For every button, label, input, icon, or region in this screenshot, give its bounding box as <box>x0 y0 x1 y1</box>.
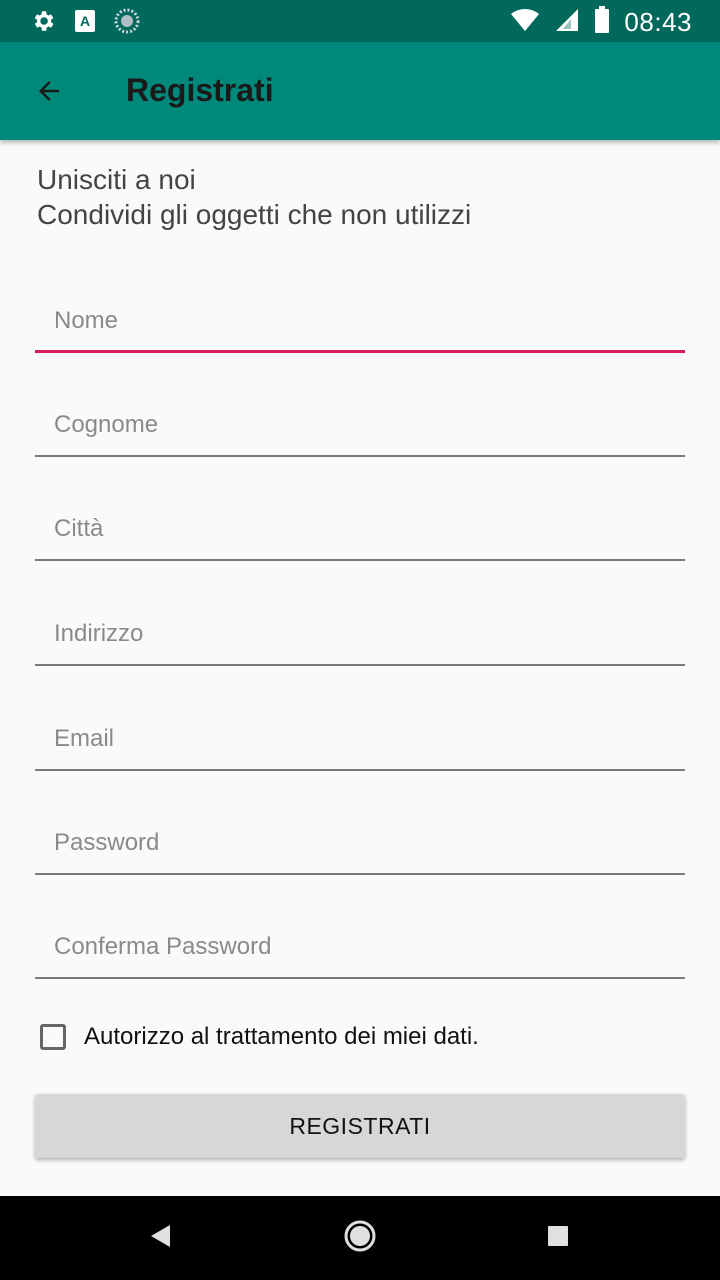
consent-row[interactable]: Autorizzo al trattamento dei miei dati. <box>40 1023 479 1051</box>
indirizzo-input[interactable] <box>35 605 685 663</box>
citta-underline <box>35 559 685 561</box>
cognome-input[interactable] <box>35 396 685 454</box>
wifi-icon <box>510 7 540 38</box>
status-bar: A 08:43 <box>0 0 720 42</box>
email-underline <box>35 769 685 771</box>
cognome-field[interactable] <box>35 396 685 457</box>
citta-input[interactable] <box>35 500 685 558</box>
intro-line-1: Unisciti a noi <box>37 164 196 195</box>
settings-icon <box>30 8 56 39</box>
page-title: Registrati <box>126 72 274 108</box>
nav-recents-button[interactable] <box>538 1218 578 1258</box>
arrow-back-icon <box>34 76 64 111</box>
back-triangle-icon <box>148 1223 172 1254</box>
email-field[interactable] <box>35 710 685 771</box>
intro-text: Unisciti a noi Condividi gli oggetti che… <box>37 162 471 232</box>
indirizzo-field[interactable] <box>35 605 685 666</box>
citta-field[interactable] <box>35 500 685 561</box>
confirm-password-field[interactable] <box>35 918 685 979</box>
nav-back-button[interactable] <box>140 1218 180 1258</box>
keyboard-a-icon: A <box>74 9 96 38</box>
indirizzo-underline <box>35 664 685 666</box>
signal-icon <box>554 7 580 38</box>
password-underline <box>35 873 685 875</box>
consent-checkbox[interactable] <box>40 1024 66 1050</box>
email-input[interactable] <box>35 710 685 768</box>
nome-field[interactable] <box>35 292 685 353</box>
nome-underline <box>35 350 685 353</box>
svg-text:A: A <box>80 13 90 29</box>
battery-icon <box>594 6 610 39</box>
confirm-password-input[interactable] <box>35 918 685 976</box>
back-button[interactable] <box>22 66 76 120</box>
password-field[interactable] <box>35 814 685 875</box>
consent-label: Autorizzo al trattamento dei miei dati. <box>84 1023 479 1050</box>
cognome-underline <box>35 455 685 457</box>
confirm-password-underline <box>35 977 685 979</box>
status-time: 08:43 <box>624 7 692 37</box>
loading-icon <box>114 8 140 39</box>
system-nav-bar <box>0 1196 720 1280</box>
app-bar: Registrati <box>0 42 720 140</box>
nav-home-button[interactable] <box>340 1218 380 1258</box>
intro-line-2: Condividi gli oggetti che non utilizzi <box>37 199 472 230</box>
register-button[interactable]: REGISTRATI <box>35 1094 685 1158</box>
password-input[interactable] <box>35 814 685 872</box>
nome-input[interactable] <box>35 292 685 350</box>
home-circle-icon <box>343 1219 377 1258</box>
recents-square-icon <box>546 1224 570 1253</box>
